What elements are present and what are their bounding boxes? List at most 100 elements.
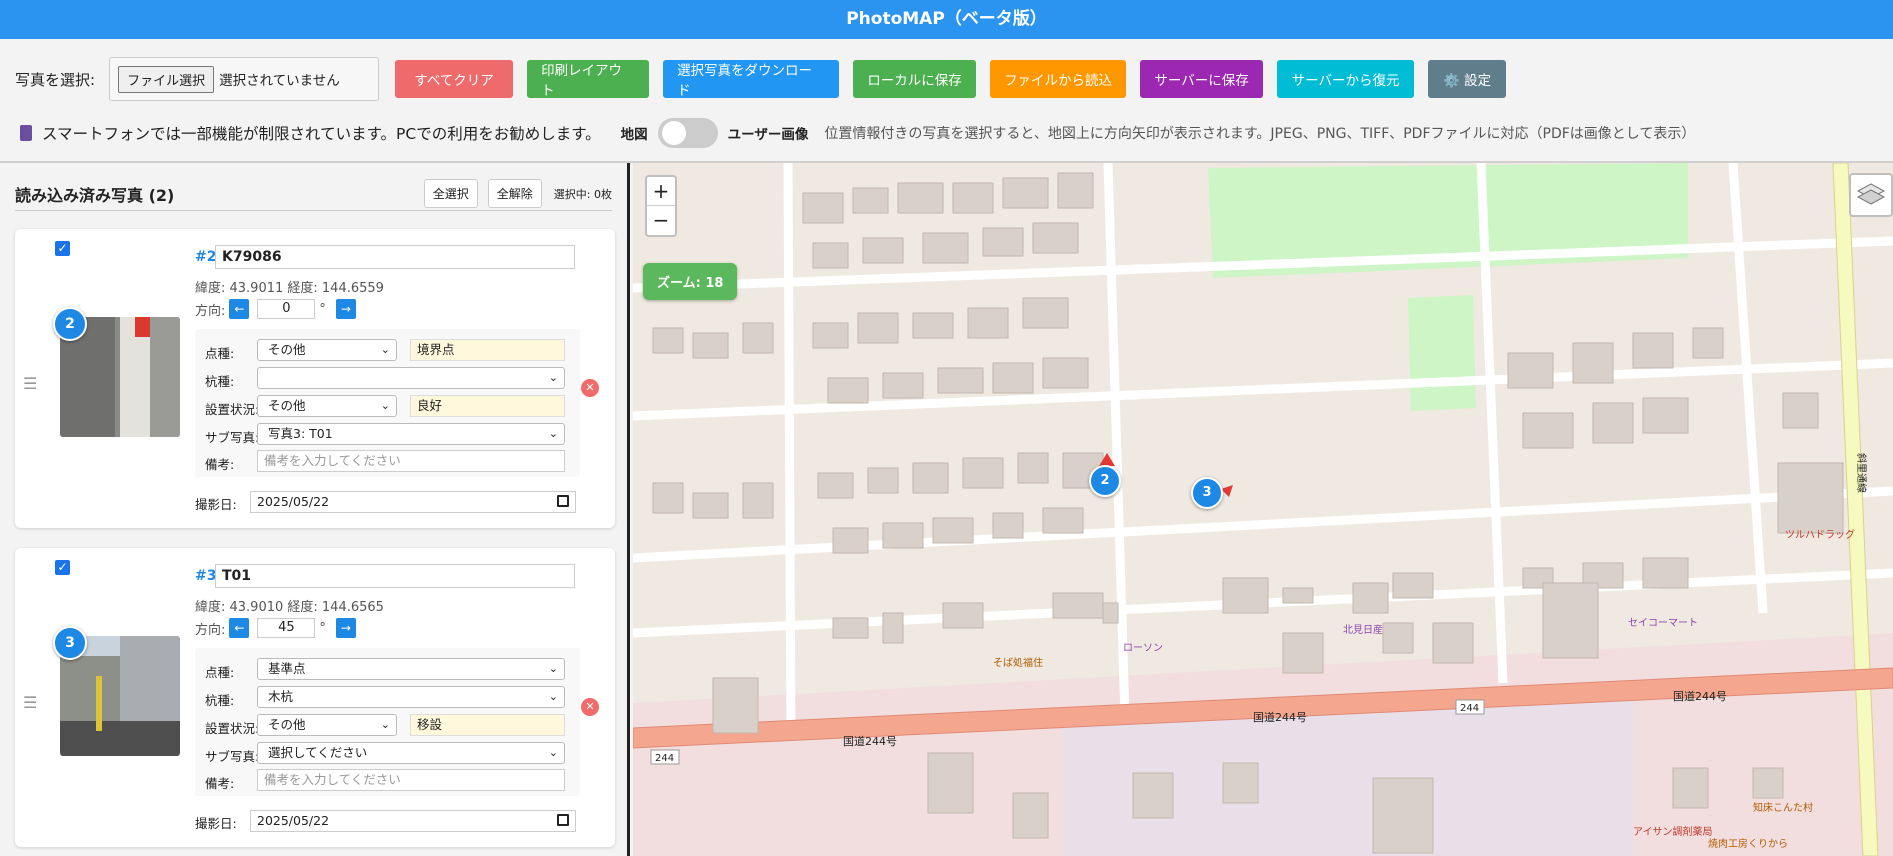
drag-handle-icon[interactable]: ☰ — [23, 693, 37, 712]
install-note-input[interactable]: 移設 — [410, 714, 565, 736]
zoom-out-button[interactable]: − — [647, 206, 675, 235]
memo-input[interactable]: 備考を入力してください — [257, 769, 565, 791]
download-selected-button[interactable]: 選択写真をダウンロード — [663, 60, 840, 99]
date-label: 撮影日: — [195, 816, 237, 831]
point-type-value: 基準点 — [268, 661, 306, 676]
map-user-image-toggle[interactable] — [657, 118, 718, 148]
date-input[interactable]: 2025/05/22 — [250, 810, 576, 832]
point-type-label: 点種: — [205, 346, 235, 361]
sub-photo-select[interactable]: 選択してください ⌄ — [257, 742, 565, 764]
sub-photo-value: 選択してください — [268, 745, 368, 760]
save-server-button[interactable]: サーバーに保存 — [1140, 60, 1264, 98]
install-select[interactable]: その他 ⌄ — [257, 714, 397, 736]
poi-label: ツルハドラッグ — [1785, 528, 1855, 541]
sub-photo-label: サブ写真: — [205, 749, 260, 764]
layers-icon-graphic — [1856, 183, 1886, 205]
stake-type-label: 杭種: — [205, 693, 235, 708]
direction-control: 方向: ← 0 ° → — [195, 299, 360, 319]
map-toggle-label: 地図 — [620, 127, 648, 143]
stake-type-select[interactable]: ⌄ — [257, 367, 565, 389]
zoom-in-button[interactable]: + — [647, 177, 675, 206]
save-local-button[interactable]: ローカルに保存 — [853, 60, 977, 98]
drag-handle-icon[interactable]: ☰ — [23, 374, 37, 393]
smartphone-notice: スマートフォンでは一部機能が制限されています。PCでの利用をお勧めします。 — [42, 125, 601, 143]
restore-server-button[interactable]: サーバーから復元 — [1277, 60, 1415, 98]
rotate-right-button[interactable]: → — [335, 299, 356, 319]
calendar-icon[interactable] — [557, 495, 569, 507]
road-label: 国道244号 — [843, 734, 897, 748]
install-select[interactable]: その他 ⌄ — [257, 395, 397, 417]
photo-list-title: 読み込み済み写真 (2) — [15, 185, 175, 205]
deselect-all-button[interactable]: 全解除 — [487, 179, 542, 208]
point-note-input[interactable]: 境界点 — [410, 339, 565, 361]
install-value: その他 — [268, 717, 306, 732]
direction-input[interactable]: 0 — [257, 299, 316, 319]
chevron-down-icon: ⌄ — [548, 662, 558, 675]
file-select-button[interactable]: ファイル選択 — [118, 65, 215, 93]
photo-list-panel: 読み込み済み写真 (2) 全選択 全解除 選択中: 0枚 ✓ ☰ 2 #2 K7… — [0, 163, 630, 856]
stake-type-select[interactable]: 木杭 ⌄ — [257, 686, 565, 708]
clear-all-button[interactable]: すべてクリア — [395, 60, 514, 98]
direction-label: 方向: — [195, 303, 226, 319]
install-note-input[interactable]: 良好 — [410, 395, 565, 417]
layers-icon[interactable] — [1849, 173, 1893, 217]
rotate-left-button[interactable]: ← — [229, 618, 250, 638]
street-label: 斜里通線 — [1855, 453, 1868, 493]
select-all-button[interactable]: 全選択 — [423, 179, 478, 208]
point-type-select[interactable]: 基準点 ⌄ — [257, 658, 565, 680]
notice-row: スマートフォンでは一部機能が制限されています。PCでの利用をお勧めします。 地図… — [20, 118, 1696, 148]
rotate-left-button[interactable]: ← — [229, 299, 250, 319]
photo-fields: 点種: その他 ⌄ 境界点 杭種: ⌄ 設置状況: その他 ⌄ 良好 サブ写真: 写… — [195, 329, 580, 477]
map-marker[interactable]: 2 — [1089, 465, 1121, 497]
poi-label: 知床こんた村 — [1753, 801, 1813, 814]
chevron-down-icon: ⌄ — [380, 343, 390, 356]
road-label: 国道244号 — [1673, 689, 1727, 703]
date-value: 2025/05/22 — [257, 494, 330, 509]
settings-button[interactable]: ⚙️ 設定 — [1428, 60, 1507, 98]
chevron-down-icon: ⌄ — [548, 746, 558, 759]
photo-checkbox[interactable]: ✓ — [55, 560, 70, 575]
select-photo-label: 写真を選択: — [15, 70, 96, 89]
photo-checkbox[interactable]: ✓ — [55, 241, 70, 256]
chevron-down-icon: ⌄ — [380, 718, 390, 731]
file-input[interactable]: ファイル選択 選択されていません — [109, 57, 380, 101]
date-input[interactable]: 2025/05/22 — [250, 491, 576, 513]
chevron-down-icon: ⌄ — [548, 427, 558, 440]
map-canvas[interactable]: 国道244号 国道244号 国道244号 244 244 ツルハドラッグ 北見日… — [633, 163, 1893, 856]
stake-type-label: 杭種: — [205, 374, 235, 389]
calendar-icon[interactable] — [557, 814, 569, 826]
memo-label: 備考: — [205, 776, 235, 791]
smartphone-icon — [20, 125, 32, 141]
app-title: PhotoMAP（ベータ版） — [0, 0, 1893, 39]
print-layout-button[interactable]: 印刷レイアウト — [527, 60, 650, 99]
info-text: 位置情報付きの写真を選択すると、地図上に方向矢印が表示されます。JPEG、PNG… — [824, 126, 1696, 142]
file-status: 選択されていません — [219, 73, 340, 89]
load-file-button[interactable]: ファイルから読込 — [990, 60, 1127, 98]
zoom-level-label: ズーム: 18 — [643, 263, 738, 300]
sub-photo-select[interactable]: 写真3: T01 ⌄ — [257, 423, 565, 445]
delete-photo-icon[interactable]: ✕ — [581, 379, 599, 397]
install-label: 設置状況: — [205, 721, 260, 736]
poi-label: ローソン — [1123, 643, 1163, 654]
direction-input[interactable]: 45 — [257, 618, 316, 638]
degree-unit: ° — [319, 301, 326, 317]
point-type-label: 点種: — [205, 665, 235, 680]
delete-photo-icon[interactable]: ✕ — [581, 698, 599, 716]
rotate-right-button[interactable]: → — [335, 618, 356, 638]
poi-label: セイコーマート — [1628, 617, 1698, 629]
install-value: その他 — [268, 398, 306, 413]
photo-name-input[interactable]: K79086 — [215, 245, 575, 269]
map-view[interactable]: 国道244号 国道244号 国道244号 244 244 ツルハドラッグ 北見日… — [633, 163, 1893, 856]
degree-unit: ° — [319, 620, 326, 636]
toolbar-buttons-row: 写真を選択: ファイル選択 選択されていません すべてクリア 印刷レイアウト 選… — [15, 57, 1893, 101]
point-type-value: その他 — [268, 342, 306, 357]
point-type-select[interactable]: その他 ⌄ — [257, 339, 397, 361]
park-area — [1408, 295, 1476, 411]
photo-name-input[interactable]: T01 — [215, 564, 575, 588]
stake-type-value: 木杭 — [268, 689, 294, 704]
sub-photo-value: 写真3: T01 — [268, 426, 333, 441]
memo-input[interactable]: 備考を入力してください — [257, 450, 565, 472]
map-marker[interactable]: 3 — [1191, 477, 1223, 509]
photo-coordinates: 緯度: 43.9011 経度: 144.6559 — [195, 281, 384, 296]
route-number: 244 — [1460, 703, 1479, 714]
